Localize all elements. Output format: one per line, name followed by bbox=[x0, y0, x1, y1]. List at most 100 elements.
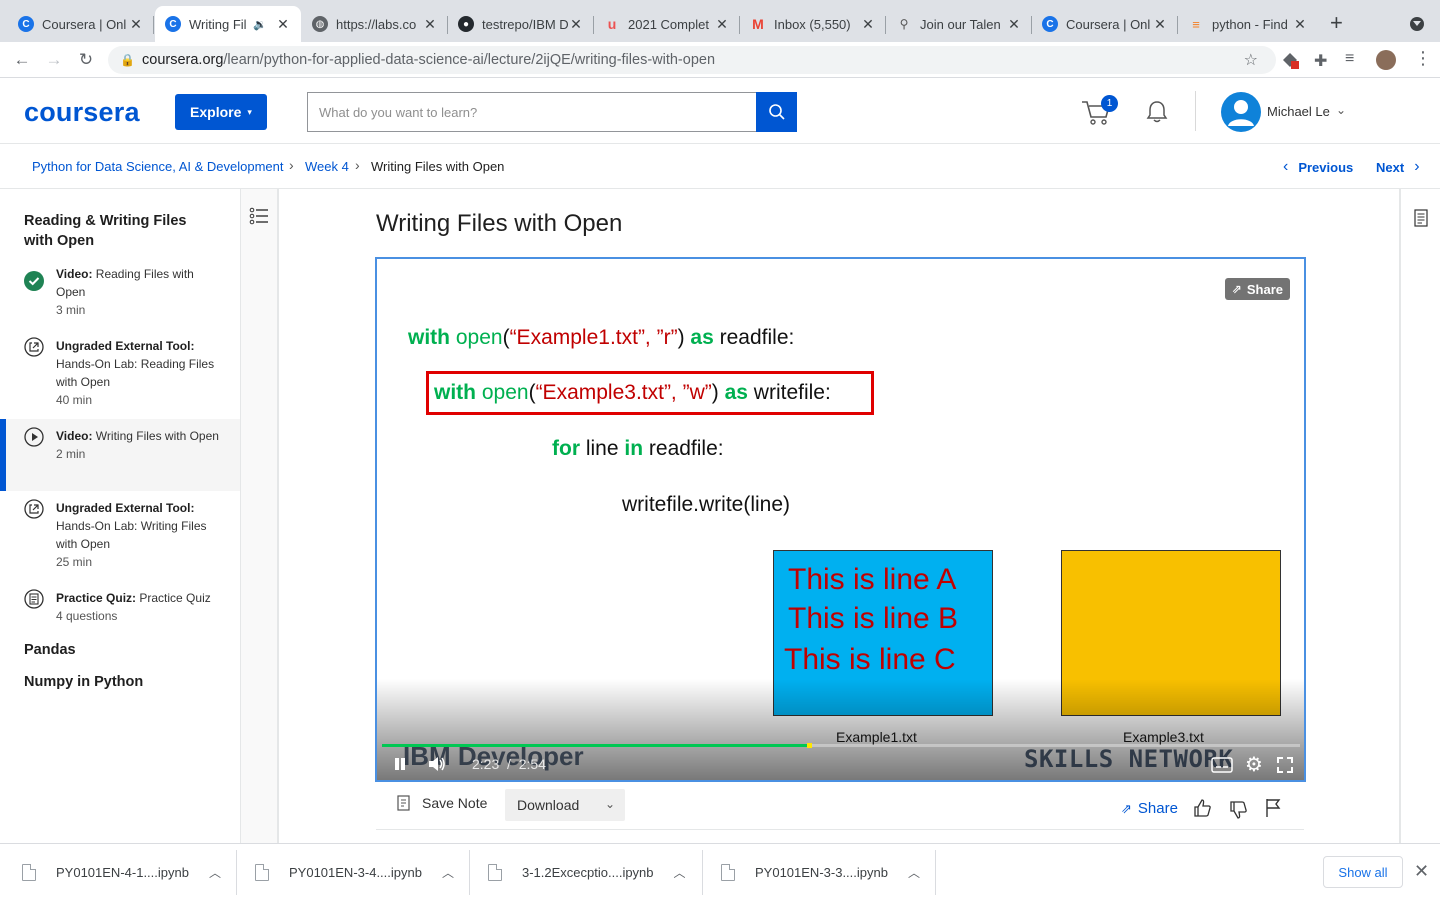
breadcrumb-week-link[interactable]: Week 4 bbox=[305, 159, 349, 174]
pause-icon[interactable] bbox=[393, 757, 407, 776]
search-button[interactable] bbox=[756, 92, 797, 132]
back-icon[interactable]: ← bbox=[10, 48, 34, 72]
close-tab-icon[interactable]: ✕ bbox=[714, 16, 730, 33]
sidebar-section-title: Reading & Writing Files with Open bbox=[24, 213, 187, 249]
share-icon: ⇗ bbox=[1231, 282, 1242, 296]
close-tab-icon[interactable]: ✕ bbox=[568, 16, 584, 33]
quiz-icon bbox=[24, 589, 44, 609]
share-icon: ⇗ bbox=[1121, 800, 1132, 816]
browser-tab[interactable]: ⚲ Join our Talen ✕ bbox=[886, 6, 1032, 42]
show-all-downloads-button[interactable]: Show all bbox=[1323, 856, 1403, 888]
download-dropdown[interactable]: Download ⌄ bbox=[505, 789, 625, 821]
module-pandas[interactable]: Pandas bbox=[24, 642, 76, 658]
outline-rail bbox=[241, 189, 279, 843]
media-queue-icon[interactable]: ≡ bbox=[1345, 50, 1354, 68]
volume-icon[interactable] bbox=[427, 755, 447, 778]
code-line-2: with open(“Example3.txt”, ”w”) as writef… bbox=[434, 381, 831, 404]
external-tool-icon bbox=[24, 337, 44, 357]
previous-button[interactable]: ‹ Previous bbox=[1283, 158, 1353, 176]
transcript-icon[interactable] bbox=[1414, 209, 1428, 232]
address-bar[interactable]: 🔒 coursera.org/learn/python-for-applied-… bbox=[108, 46, 1276, 74]
notifications-bell-icon[interactable] bbox=[1144, 99, 1170, 130]
download-item[interactable]: PY0101EN-4-1....ipynb ︿ bbox=[22, 844, 221, 901]
user-name[interactable]: Michael Le bbox=[1267, 104, 1330, 119]
video-progress-bar[interactable] bbox=[382, 743, 1300, 748]
close-tab-icon[interactable]: ✕ bbox=[1152, 16, 1168, 33]
close-tab-icon[interactable]: ✕ bbox=[422, 16, 438, 33]
sidebar-item-reading-video[interactable]: Video: Reading Files with Open 3 min bbox=[0, 263, 240, 325]
browser-tab[interactable]: ◍ https://labs.co ✕ bbox=[302, 6, 448, 42]
save-note-button[interactable]: Save Note bbox=[396, 794, 487, 812]
video-share-button[interactable]: ⇗ Share bbox=[1224, 278, 1290, 300]
close-tab-icon[interactable]: ✕ bbox=[1006, 16, 1022, 33]
browser-tab[interactable]: M Inbox (5,550) ✕ bbox=[740, 6, 886, 42]
breadcrumb-course-link[interactable]: Python for Data Science, AI & Developmen… bbox=[32, 159, 283, 174]
lock-icon[interactable]: 🔒 bbox=[120, 53, 135, 67]
fullscreen-icon[interactable] bbox=[1276, 756, 1294, 779]
new-tab-icon[interactable]: + bbox=[1330, 12, 1343, 34]
browser-tab[interactable]: ● testrepo/IBM D ✕ bbox=[448, 6, 594, 42]
outline-list-icon[interactable] bbox=[249, 207, 269, 230]
user-avatar[interactable] bbox=[1221, 92, 1261, 132]
profile-avatar[interactable] bbox=[1376, 50, 1396, 70]
extensions-puzzle-icon[interactable]: ✚ bbox=[1314, 51, 1327, 71]
chevron-up-icon[interactable]: ︿ bbox=[908, 864, 920, 881]
chevron-right-icon: › bbox=[289, 157, 294, 173]
download-item[interactable]: PY0101EN-3-3....ipynb ︿ bbox=[721, 844, 920, 901]
close-icon[interactable]: ✕ bbox=[1414, 861, 1429, 882]
chevron-up-icon[interactable]: ︿ bbox=[674, 864, 686, 881]
bookmark-star-icon[interactable]: ☆ bbox=[1244, 50, 1258, 70]
browser-tab[interactable]: C Coursera | Onl ✕ bbox=[1032, 6, 1178, 42]
explore-button[interactable]: Explore ▾ bbox=[175, 94, 267, 130]
browser-tab[interactable]: ≡ python - Find ✕ bbox=[1178, 6, 1318, 42]
browser-tab-strip: C Coursera | Onl ✕ C Writing Fil 🔉 ✕ ◍ h… bbox=[0, 0, 1440, 42]
reload-icon[interactable]: ↻ bbox=[74, 48, 98, 72]
browser-tab[interactable]: u 2021 Complet ✕ bbox=[594, 6, 740, 42]
audio-playing-icon[interactable]: 🔉 bbox=[253, 18, 267, 31]
browser-menu-icon[interactable]: ⋮ bbox=[1414, 48, 1432, 69]
course-sidebar: Reading & Writing Files with Open Video:… bbox=[0, 189, 241, 843]
external-tool-icon bbox=[24, 499, 44, 519]
downloads-shelf: PY0101EN-4-1....ipynb ︿ PY0101EN-3-4....… bbox=[0, 843, 1440, 900]
skills-network-watermark: SKILLS NETWORK bbox=[1024, 745, 1234, 773]
share-button[interactable]: ⇗ Share bbox=[1121, 800, 1178, 817]
close-tab-icon[interactable]: ✕ bbox=[1292, 16, 1308, 33]
coursera-icon: C bbox=[18, 16, 34, 32]
browser-tab[interactable]: C Coursera | Onl ✕ bbox=[8, 6, 154, 42]
sidebar-item-writing-lab[interactable]: Ungraded External Tool: Hands-On Lab: Wr… bbox=[0, 497, 240, 577]
tab-search-icon[interactable] bbox=[1410, 17, 1424, 31]
sidebar-item-practice-quiz[interactable]: Practice Quiz: Practice Quiz 4 questions bbox=[0, 587, 240, 631]
close-tab-icon[interactable]: ✕ bbox=[275, 16, 291, 33]
play-circle-icon bbox=[24, 427, 44, 447]
stackoverflow-icon: ≡ bbox=[1192, 16, 1200, 32]
chevron-down-icon[interactable]: ⌄ bbox=[1336, 103, 1346, 117]
close-tab-icon[interactable]: ✕ bbox=[860, 16, 876, 33]
download-item[interactable]: 3-1.2Excecptio....ipynb ︿ bbox=[488, 844, 686, 901]
flag-icon[interactable] bbox=[1264, 798, 1282, 823]
chevron-left-icon: ‹ bbox=[1283, 158, 1289, 175]
sidebar-item-writing-video[interactable]: Video: Writing Files with Open 2 min bbox=[0, 419, 240, 491]
chevron-up-icon[interactable]: ︿ bbox=[442, 864, 454, 881]
file-line: This is line C bbox=[784, 643, 956, 676]
close-tab-icon[interactable]: ✕ bbox=[128, 16, 144, 33]
captions-icon[interactable] bbox=[1211, 757, 1233, 778]
video-progress-knob[interactable] bbox=[806, 743, 812, 748]
download-item[interactable]: PY0101EN-3-4....ipynb ︿ bbox=[255, 844, 454, 901]
next-button[interactable]: Next › bbox=[1376, 158, 1420, 176]
video-player[interactable]: ⇗ Share with open(“Example1.txt”, ”r”) a… bbox=[375, 257, 1306, 782]
extension-adblock-icon[interactable] bbox=[1281, 51, 1299, 69]
thumbs-up-icon[interactable] bbox=[1192, 798, 1212, 823]
thumbs-down-icon[interactable] bbox=[1228, 800, 1248, 825]
coursera-logo[interactable]: coursera bbox=[24, 97, 140, 128]
search-input[interactable]: What do you want to learn? bbox=[307, 92, 757, 132]
browser-tab-active[interactable]: C Writing Fil 🔉 ✕ bbox=[155, 6, 301, 42]
file1-label: Example1.txt bbox=[836, 729, 917, 745]
forward-icon[interactable]: → bbox=[42, 48, 66, 72]
search-icon bbox=[768, 104, 785, 120]
chevron-up-icon[interactable]: ︿ bbox=[209, 864, 221, 881]
sidebar-item-reading-lab[interactable]: Ungraded External Tool: Hands-On Lab: Re… bbox=[0, 335, 240, 415]
code-line-1: with open(“Example1.txt”, ”r”) as readfi… bbox=[408, 326, 795, 349]
module-numpy[interactable]: Numpy in Python bbox=[24, 674, 143, 690]
settings-gear-icon[interactable]: ⚙ bbox=[1245, 755, 1263, 775]
file-icon bbox=[488, 864, 502, 881]
